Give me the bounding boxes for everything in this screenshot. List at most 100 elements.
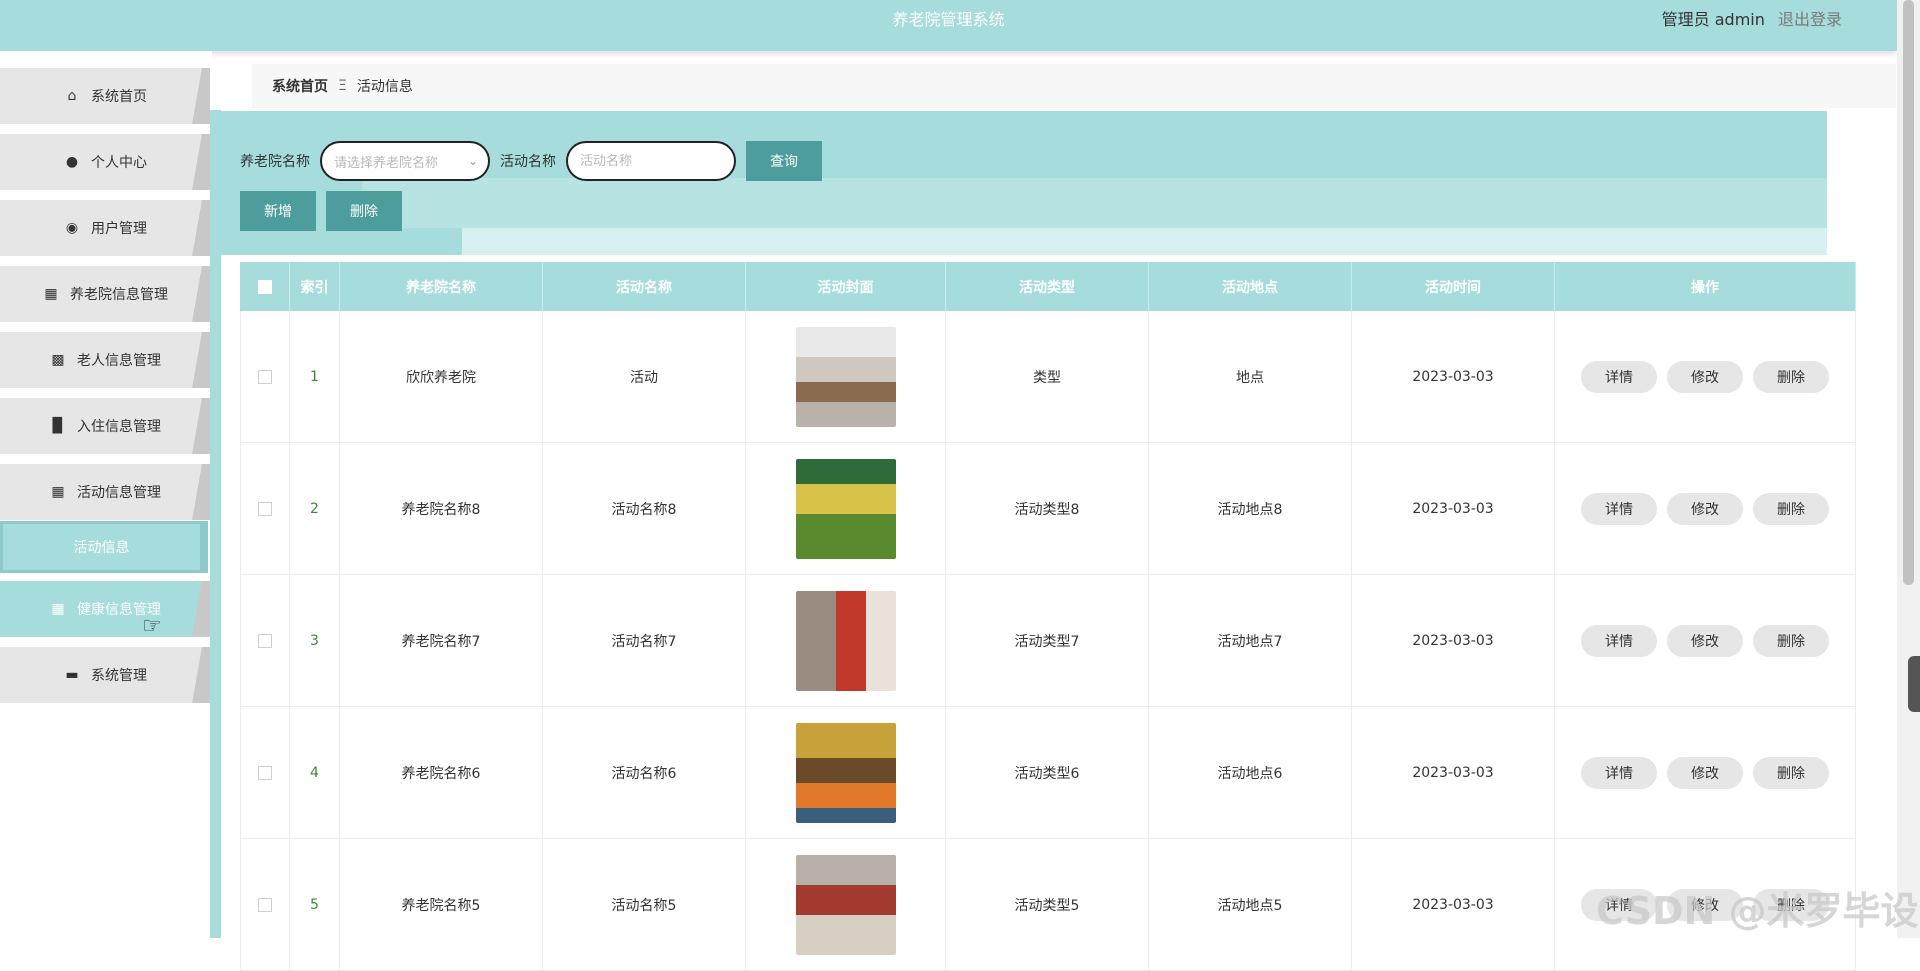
submenu-item-activity-info[interactable]: 活动信息 — [0, 521, 208, 573]
sidebar-item-home[interactable]: ⌂ 系统首页 — [0, 68, 210, 124]
header-index: 索引 — [290, 262, 340, 311]
sidebar-item-activity-management[interactable]: ▦ 活动信息管理 — [0, 464, 210, 520]
sidebar-item-checkin-management[interactable]: ▉ 入住信息管理 — [0, 398, 210, 454]
sidebar-item-user-management[interactable]: ◉ 用户管理 — [0, 200, 210, 256]
decor-band — [362, 178, 1827, 228]
sidebar-item-elderly-management[interactable]: ▩ 老人信息管理 — [0, 332, 210, 388]
sidebar-item-personal-center[interactable]: ● 个人中心 — [0, 134, 210, 190]
breadcrumb-home[interactable]: 系统首页 — [272, 76, 328, 96]
floating-side-widget[interactable] — [1908, 656, 1920, 712]
user-icon: ● — [65, 154, 79, 170]
breadcrumb-current: 活动信息 — [356, 79, 413, 95]
grid-icon: ▦ — [51, 484, 65, 500]
header-select-cell — [240, 262, 290, 311]
delete-button[interactable]: 删除 — [1753, 492, 1829, 525]
cell-activity-type: 活动类型5 — [946, 839, 1149, 970]
grid-icon: ▦ — [51, 601, 65, 617]
row-checkbox[interactable] — [258, 633, 272, 648]
cell-activity-time: 2023-03-03 — [1352, 311, 1555, 442]
table-row: 3 养老院名称7 活动名称7 活动类型7 活动地点7 2023-03-03 详情… — [240, 575, 1856, 707]
top-bar: 养老院管理系统 管理员 admin 退出登录 — [0, 0, 1897, 51]
select-cell — [240, 575, 290, 706]
row-checkbox[interactable] — [258, 369, 272, 384]
user-label: 管理员 admin — [1661, 10, 1765, 29]
cell-activity-name: 活动名称6 — [543, 707, 746, 838]
cell-index: 1 — [290, 311, 340, 442]
cell-activity-type: 活动类型8 — [946, 443, 1149, 574]
sidebar: ⌂ 系统首页 ● 个人中心 ◉ 用户管理 ▦ 养老院信息管理 ▩ 老人信息管理 … — [0, 51, 212, 938]
cell-activity-type: 活动类型7 — [946, 575, 1149, 706]
chevron-down-icon: ⌄ — [467, 154, 478, 168]
sidebar-item-label: 养老院信息管理 — [70, 287, 168, 303]
delete-button[interactable]: 删除 — [1753, 888, 1829, 921]
clipboard-icon: ▩ — [51, 352, 65, 368]
activity-cover-image — [795, 854, 896, 955]
search-row: 养老院名称 请选择养老院名称 ⌄ 活动名称 查询 — [240, 141, 822, 181]
cell-activity-name: 活动名称8 — [543, 443, 746, 574]
select-cell — [240, 311, 290, 442]
add-button[interactable]: 新增 — [240, 191, 316, 231]
operations-cell: 详情 修改 删除 — [1555, 839, 1856, 970]
activity-cover-image — [795, 590, 896, 691]
row-checkbox[interactable] — [258, 897, 272, 912]
detail-button[interactable]: 详情 — [1581, 888, 1657, 921]
sidebar-item-nursing-home-management[interactable]: ▦ 养老院信息管理 — [0, 266, 210, 322]
select-all-checkbox[interactable] — [257, 279, 272, 294]
detail-button[interactable]: 详情 — [1581, 624, 1657, 657]
page-scrollbar[interactable] — [1897, 0, 1920, 938]
cover-cell — [746, 707, 946, 838]
header-activity-name: 活动名称 — [543, 262, 746, 311]
activity-name-input[interactable] — [566, 141, 736, 181]
nursing-home-select[interactable]: 请选择养老院名称 ⌄ — [320, 141, 490, 181]
edit-button[interactable]: 修改 — [1667, 888, 1743, 921]
activity-cover-image — [795, 458, 896, 559]
cell-index: 2 — [290, 443, 340, 574]
sidebar-item-label: 入住信息管理 — [77, 419, 161, 435]
edit-button[interactable]: 修改 — [1667, 624, 1743, 657]
cover-cell — [746, 311, 946, 442]
filter-panel: 养老院名称 请选择养老院名称 ⌄ 活动名称 查询 — [212, 111, 1827, 255]
pointer-cursor-icon: ☞ — [142, 614, 162, 639]
detail-button[interactable]: 详情 — [1581, 492, 1657, 525]
cell-nursing-home: 养老院名称8 — [340, 443, 543, 574]
edit-button[interactable]: 修改 — [1667, 756, 1743, 789]
cell-index: 5 — [290, 839, 340, 970]
cell-activity-time: 2023-03-03 — [1352, 707, 1555, 838]
action-row: 新增 删除 — [240, 191, 412, 231]
query-button[interactable]: 查询 — [746, 141, 822, 181]
app-title: 养老院管理系统 — [892, 10, 1005, 29]
edit-button[interactable]: 修改 — [1667, 492, 1743, 525]
activity-table: 索引 养老院名称 活动名称 活动封面 活动类型 活动地点 活动时间 操作 1 欣… — [240, 262, 1856, 971]
delete-button[interactable]: 删除 — [1753, 360, 1829, 393]
chat-icon: ▬ — [65, 667, 79, 683]
logout-link[interactable]: 退出登录 — [1778, 10, 1842, 29]
table-row: 5 养老院名称5 活动名称5 活动类型5 活动地点5 2023-03-03 详情… — [240, 839, 1856, 971]
batch-delete-button[interactable]: 删除 — [326, 191, 402, 231]
header-activity-location: 活动地点 — [1149, 262, 1352, 311]
cell-activity-location: 活动地点6 — [1149, 707, 1352, 838]
row-checkbox[interactable] — [258, 501, 272, 516]
sidebar-item-label: 系统首页 — [91, 89, 147, 105]
edit-button[interactable]: 修改 — [1667, 360, 1743, 393]
breadcrumb-separator: Ξ — [338, 78, 347, 94]
cell-nursing-home: 养老院名称7 — [340, 575, 543, 706]
row-checkbox[interactable] — [258, 765, 272, 780]
detail-button[interactable]: 详情 — [1581, 756, 1657, 789]
detail-button[interactable]: 详情 — [1581, 360, 1657, 393]
header-operations: 操作 — [1555, 262, 1856, 311]
select-cell — [240, 707, 290, 838]
sidebar-item-label: 老人信息管理 — [77, 353, 161, 369]
delete-button[interactable]: 删除 — [1753, 756, 1829, 789]
delete-button[interactable]: 删除 — [1753, 624, 1829, 657]
cell-activity-time: 2023-03-03 — [1352, 575, 1555, 706]
nursing-home-select-placeholder: 请选择养老院名称 — [334, 155, 439, 171]
scrollbar-thumb[interactable] — [1903, 0, 1914, 585]
sidebar-item-health-management[interactable]: ▦ 健康信息管理 — [0, 581, 210, 637]
operations-cell: 详情 修改 删除 — [1555, 575, 1856, 706]
cell-activity-location: 活动地点7 — [1149, 575, 1352, 706]
select-cell — [240, 443, 290, 574]
table-row: 4 养老院名称6 活动名称6 活动类型6 活动地点6 2023-03-03 详情… — [240, 707, 1856, 839]
cell-index: 4 — [290, 707, 340, 838]
operations-cell: 详情 修改 删除 — [1555, 443, 1856, 574]
sidebar-item-system-management[interactable]: ▬ 系统管理 — [0, 647, 210, 703]
